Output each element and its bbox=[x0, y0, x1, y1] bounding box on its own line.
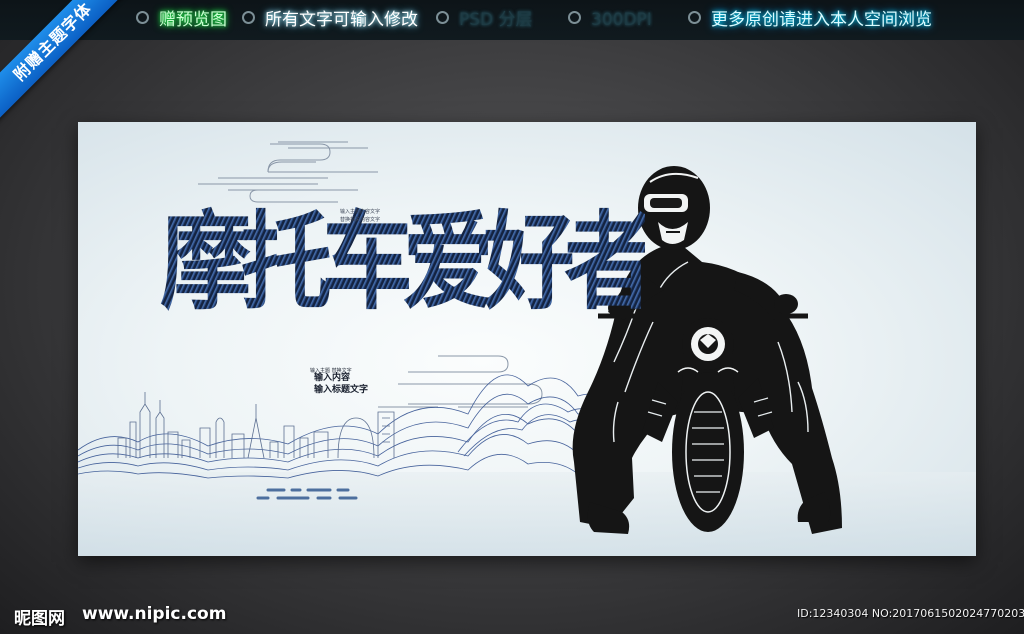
cloud-swirl-top bbox=[198, 141, 378, 203]
feature-dpi-label: 300DPI bbox=[591, 10, 652, 30]
city-skyline bbox=[117, 392, 395, 459]
feature-psd-layers-label: PSD 分层 bbox=[459, 10, 533, 30]
circle-bullet-icon bbox=[242, 11, 255, 24]
feature-editable-text-label: 所有文字可输入修改 bbox=[265, 10, 418, 30]
circle-bullet-icon bbox=[436, 11, 449, 24]
site-url: www.nipic.com bbox=[82, 604, 227, 624]
feature-preview: 赠预览图 bbox=[136, 10, 227, 30]
circle-bullet-icon bbox=[568, 11, 581, 24]
poster-title: 摩托车爱好者 bbox=[160, 199, 655, 324]
deco-caption-line1: 输入主题内容文字 bbox=[340, 209, 381, 215]
site-logo-text: 昵图网 bbox=[14, 609, 65, 629]
feature-psd-layers: PSD 分层 bbox=[436, 10, 533, 30]
feature-dpi: 300DPI bbox=[568, 10, 652, 30]
circle-bullet-icon bbox=[688, 11, 701, 24]
image-id-text: ID:12340304 NO:20170615020247702037 bbox=[797, 607, 1024, 620]
feature-editable-text: 所有文字可输入修改 bbox=[242, 10, 418, 30]
circle-bullet-icon bbox=[136, 11, 149, 24]
feature-more-originals: 更多原创请进入本人空间浏览 bbox=[688, 10, 932, 30]
poster-canvas: 摩托车爱好者 输入主题内容文字 替换相关内容文字 输入主题 替换文字 输入内容 … bbox=[78, 122, 976, 556]
top-info-bar: 赠预览图 所有文字可输入修改 PSD 分层 300DPI 更多原创请进入本人空间… bbox=[0, 0, 1024, 40]
feature-more-originals-label: 更多原创请进入本人空间浏览 bbox=[711, 10, 932, 30]
cloud-swirl-mid bbox=[378, 355, 543, 408]
subtitle-line2: 输入标题文字 bbox=[314, 385, 369, 395]
feature-preview-label: 赠预览图 bbox=[159, 10, 227, 30]
deco-caption-line2: 替换相关内容文字 bbox=[340, 217, 381, 223]
poster-artwork bbox=[78, 141, 976, 556]
